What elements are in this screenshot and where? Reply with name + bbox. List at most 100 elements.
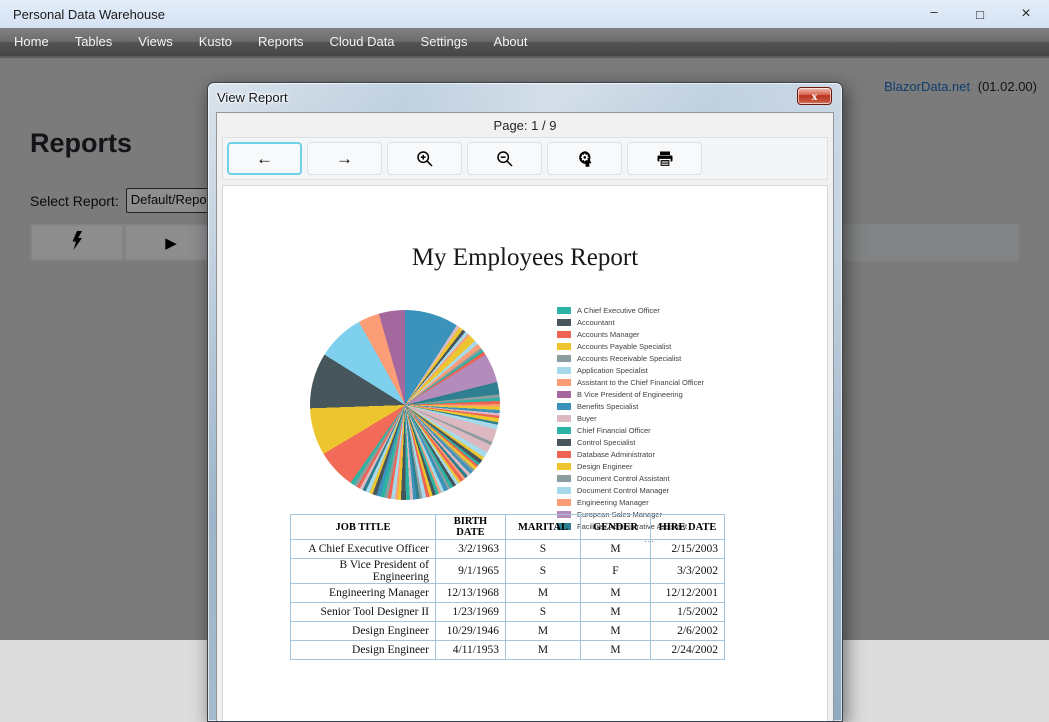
- zoom-in-button[interactable]: [387, 142, 462, 175]
- menu-item-cloud-data[interactable]: Cloud Data: [317, 28, 408, 56]
- zoom-out-button[interactable]: [467, 142, 542, 175]
- table-cell: Engineering Manager: [290, 583, 436, 603]
- table-row: Engineering Manager 12/13/1968 M M 12/12/200…: [290, 583, 725, 603]
- ai-insights-button[interactable]: [547, 142, 622, 175]
- menu-item-reports[interactable]: Reports: [245, 28, 317, 56]
- legend-item: Assistant to the Chief Financial Officer: [557, 378, 742, 388]
- legend-swatch-icon: [557, 415, 571, 422]
- legend-label: Accounts Payable Specialist: [577, 342, 672, 351]
- menu-item-views[interactable]: Views: [125, 28, 185, 56]
- pie-legend: A Chief Executive Officer Accountant Accou…: [557, 306, 742, 544]
- window-controls: – □ ×: [911, 0, 1049, 28]
- legend-item: Control Specialist: [557, 438, 742, 448]
- report-title: My Employees Report: [411, 244, 639, 271]
- table-cell: M: [580, 602, 651, 622]
- column-header: GENDER: [580, 514, 651, 540]
- menu-item-settings[interactable]: Settings: [408, 28, 481, 56]
- table-cell: B Vice President of Engineering: [290, 558, 436, 584]
- column-header: JOB TITLE: [290, 514, 436, 540]
- dialog-title: View Report: [217, 90, 288, 105]
- table-cell: 3/3/2002: [650, 558, 725, 584]
- table-cell: 2/24/2002: [650, 640, 725, 660]
- table-row: Senior Tool Designer II 1/23/1969 S M 1/5/20…: [290, 602, 725, 622]
- table-row: B Vice President of Engineering 9/1/1965 S…: [290, 558, 725, 584]
- previous-page-button[interactable]: ←: [227, 142, 302, 175]
- legend-label: A Chief Executive Officer: [577, 306, 660, 315]
- legend-label: Engineering Manager: [577, 498, 649, 507]
- legend-swatch-icon: [557, 451, 571, 458]
- table-cell: 3/2/1963: [435, 539, 506, 559]
- dialog-close-button[interactable]: x: [797, 87, 832, 105]
- legend-item: Chief Financial Officer: [557, 426, 742, 436]
- column-header: HIRE DATE: [650, 514, 725, 540]
- legend-label: Database Administrator: [577, 450, 655, 459]
- legend-swatch-icon: [557, 403, 571, 410]
- table-cell: S: [505, 539, 581, 559]
- print-button[interactable]: [627, 142, 702, 175]
- legend-swatch-icon: [557, 379, 571, 386]
- legend-swatch-icon: [557, 487, 571, 494]
- report-viewer[interactable]: My Employees Report A Chief Executive Of…: [222, 185, 828, 721]
- legend-label: Design Engineer: [577, 462, 633, 471]
- table-cell: 2/15/2003: [650, 539, 725, 559]
- legend-item: Accounts Payable Specialist: [557, 342, 742, 352]
- magnifier-plus-icon: [416, 150, 434, 168]
- table-cell: S: [505, 602, 581, 622]
- table-cell: 2/6/2002: [650, 621, 725, 641]
- legend-item: Accounts Receivable Specialist: [557, 354, 742, 364]
- arrow-left-icon: ←: [256, 148, 273, 168]
- legend-item: Engineering Manager: [557, 498, 742, 508]
- legend-item: Accounts Manager: [557, 330, 742, 340]
- window-titlebar: Personal Data Warehouse – □ ×: [0, 0, 1049, 28]
- legend-label: Chief Financial Officer: [577, 426, 651, 435]
- legend-label: Benefits Specialist: [577, 402, 639, 411]
- maximize-button[interactable]: □: [957, 0, 1003, 28]
- legend-label: B Vice President of Engineering: [577, 390, 683, 399]
- legend-swatch-icon: [557, 475, 571, 482]
- legend-label: Application Specialist: [577, 366, 648, 375]
- legend-swatch-icon: [557, 331, 571, 338]
- legend-label: Accountant: [577, 318, 615, 327]
- legend-item: A Chief Executive Officer: [557, 306, 742, 316]
- table-cell: M: [505, 640, 581, 660]
- table-cell: 12/12/2001: [650, 583, 725, 603]
- menu-item-about[interactable]: About: [481, 28, 541, 56]
- legend-swatch-icon: [557, 463, 571, 470]
- legend-item: Benefits Specialist: [557, 402, 742, 412]
- legend-item: Design Engineer: [557, 462, 742, 472]
- legend-label: Accounts Receivable Specialist: [577, 354, 682, 363]
- next-page-button[interactable]: →: [307, 142, 382, 175]
- legend-swatch-icon: [557, 439, 571, 446]
- legend-item: Document Control Assistant: [557, 474, 742, 484]
- table-cell: Design Engineer: [290, 640, 436, 660]
- table-cell: Design Engineer: [290, 621, 436, 641]
- table-cell: Senior Tool Designer II: [290, 602, 436, 622]
- column-header: BIRTH DATE: [435, 514, 506, 540]
- head-gear-icon: [576, 150, 594, 168]
- table-cell: 9/1/1965: [435, 558, 506, 584]
- menu-item-kusto[interactable]: Kusto: [186, 28, 245, 56]
- viewer-toolbar: ← →: [222, 137, 828, 180]
- table-row: Design Engineer 4/11/1953 M M 2/24/2002: [290, 640, 725, 660]
- legend-item: Accountant: [557, 318, 742, 328]
- close-x-icon: x: [811, 89, 818, 103]
- employees-pie-chart: [310, 310, 500, 500]
- legend-label: Document Control Assistant: [577, 474, 670, 483]
- magnifier-minus-icon: [496, 150, 514, 168]
- legend-label: Assistant to the Chief Financial Officer: [577, 378, 705, 387]
- minimize-button[interactable]: –: [911, 0, 957, 28]
- table-cell: M: [505, 583, 581, 603]
- legend-label: Buyer: [577, 414, 597, 423]
- table-cell: 1/5/2002: [650, 602, 725, 622]
- menu-item-home[interactable]: Home: [1, 28, 62, 56]
- table-cell: 1/23/1969: [435, 602, 506, 622]
- table-cell: M: [580, 539, 651, 559]
- legend-swatch-icon: [557, 307, 571, 314]
- page-indicator: Page: 1 / 9: [493, 117, 557, 133]
- column-header: MARITAL: [505, 514, 581, 540]
- table-cell: M: [505, 621, 581, 641]
- table-cell: M: [580, 640, 651, 660]
- dialog-titlebar[interactable]: View Report x: [208, 83, 842, 112]
- close-button[interactable]: ×: [1003, 0, 1049, 28]
- menu-item-tables[interactable]: Tables: [62, 28, 126, 56]
